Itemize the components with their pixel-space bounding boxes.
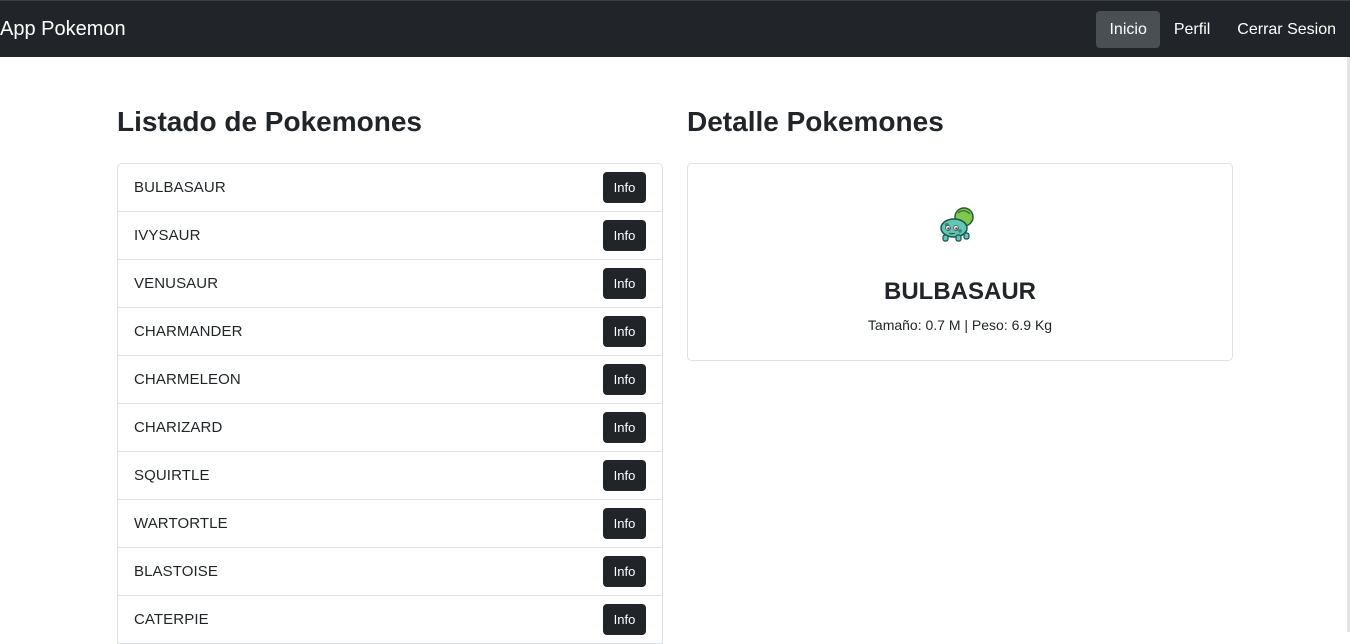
info-button[interactable]: Info <box>603 508 646 539</box>
info-button[interactable]: Info <box>603 364 646 395</box>
nav-link-perfil[interactable]: Perfil <box>1161 11 1223 48</box>
pokemon-detail-card: BULBASAUR Tamaño: 0.7 M | Peso: 6.9 Kg <box>687 163 1233 361</box>
pokemon-detail-stats: Tamaño: 0.7 M | Peso: 6.9 Kg <box>867 317 1053 333</box>
pokemon-name: WARTORTLE <box>134 515 228 532</box>
pokemon-name: VENUSAUR <box>134 275 219 292</box>
info-button[interactable]: Info <box>603 556 646 587</box>
navbar-brand[interactable]: App Pokemon <box>0 18 126 41</box>
list-item: CHARMELEON Info <box>118 356 662 404</box>
bulbasaur-sprite-icon <box>940 207 974 242</box>
info-button[interactable]: Info <box>603 412 646 443</box>
list-item: IVYSAUR Info <box>118 212 662 260</box>
pokemon-name: BULBASAUR <box>134 179 226 196</box>
navbar: App Pokemon Inicio Perfil Cerrar Sesion <box>0 0 1350 57</box>
nav-link-cerrar-sesion[interactable]: Cerrar Sesion <box>1224 11 1350 48</box>
pokemon-list: BULBASAUR Info IVYSAUR Info VENUSAUR Inf… <box>117 163 663 644</box>
nav-link-inicio[interactable]: Inicio <box>1096 11 1160 48</box>
list-item: BULBASAUR Info <box>118 164 662 212</box>
info-button[interactable]: Info <box>603 172 646 203</box>
pokemon-name: CATERPIE <box>134 611 209 628</box>
list-item: VENUSAUR Info <box>118 260 662 308</box>
pokemon-name: CHARMELEON <box>134 371 241 388</box>
pokemon-name: SQUIRTLE <box>134 467 210 484</box>
pokemon-name: CHARMANDER <box>134 323 243 340</box>
list-item: WARTORTLE Info <box>118 500 662 548</box>
list-title: Listado de Pokemones <box>117 106 422 137</box>
info-button[interactable]: Info <box>603 604 646 635</box>
info-button[interactable]: Info <box>603 220 646 251</box>
list-item: CHARIZARD Info <box>118 404 662 452</box>
list-item: CHARMANDER Info <box>118 308 662 356</box>
list-item: BLASTOISE Info <box>118 548 662 596</box>
detail-title: Detalle Pokemones <box>687 106 944 137</box>
list-item: SQUIRTLE Info <box>118 452 662 500</box>
info-button[interactable]: Info <box>603 460 646 491</box>
list-item: CATERPIE Info <box>118 596 662 644</box>
pokemon-name: IVYSAUR <box>134 227 201 244</box>
pokemon-detail-name: BULBASAUR <box>884 278 1036 305</box>
info-button[interactable]: Info <box>603 268 646 299</box>
pokemon-name: CHARIZARD <box>134 419 223 436</box>
pokemon-name: BLASTOISE <box>134 563 218 580</box>
info-button[interactable]: Info <box>603 316 646 347</box>
navbar-links: Inicio Perfil Cerrar Sesion <box>1095 11 1350 48</box>
